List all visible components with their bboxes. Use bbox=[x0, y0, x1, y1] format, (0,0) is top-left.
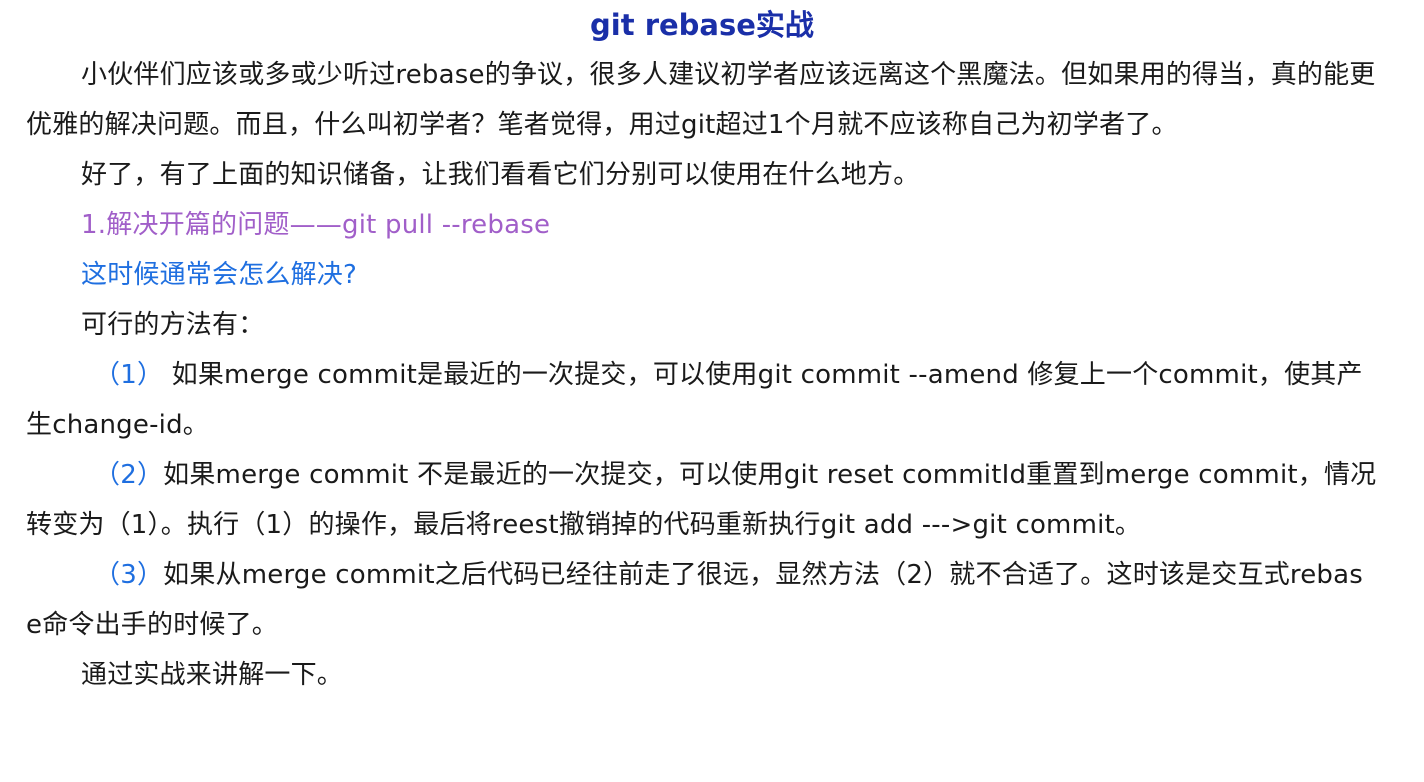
intro-paragraph: 小伙伴们应该或多或少听过rebase的争议，很多人建议初学者应该远离这个黑魔法。… bbox=[26, 60, 1376, 140]
method-item-number: （2） bbox=[94, 460, 164, 490]
transition-paragraph: 好了，有了上面的知识储备，让我们看看它们分别可以使用在什么地方。 bbox=[81, 160, 920, 190]
method-item-1: （1） 如果merge commit是最近的一次提交，可以使用git commi… bbox=[26, 350, 1378, 450]
closing-paragraph: 通过实战来讲解一下。 bbox=[81, 660, 344, 690]
method-item-number: （1） bbox=[94, 360, 164, 390]
question-text: 这时候通常会怎么解决? bbox=[81, 260, 358, 290]
methods-intro: 可行的方法有： bbox=[81, 310, 265, 340]
section-heading: 1.解决开篇的问题——git pull --rebase bbox=[81, 210, 551, 240]
method-item-number: （3） bbox=[94, 560, 164, 590]
article: git rebase实战 小伙伴们应该或多或少听过rebase的争议，很多人建议… bbox=[0, 0, 1424, 782]
method-item-text: 如果merge commit是最近的一次提交，可以使用git commit --… bbox=[26, 360, 1363, 440]
method-item-3: （3）如果从merge commit之后代码已经往前走了很远，显然方法（2）就不… bbox=[26, 550, 1378, 650]
method-item-text: 如果从merge commit之后代码已经往前走了很远，显然方法（2）就不合适了… bbox=[26, 560, 1363, 640]
article-title: git rebase实战 bbox=[590, 8, 814, 42]
method-item-2: （2）如果merge commit 不是最近的一次提交，可以使用git rese… bbox=[26, 450, 1378, 550]
method-item-text: 如果merge commit 不是最近的一次提交，可以使用git reset c… bbox=[26, 460, 1377, 540]
